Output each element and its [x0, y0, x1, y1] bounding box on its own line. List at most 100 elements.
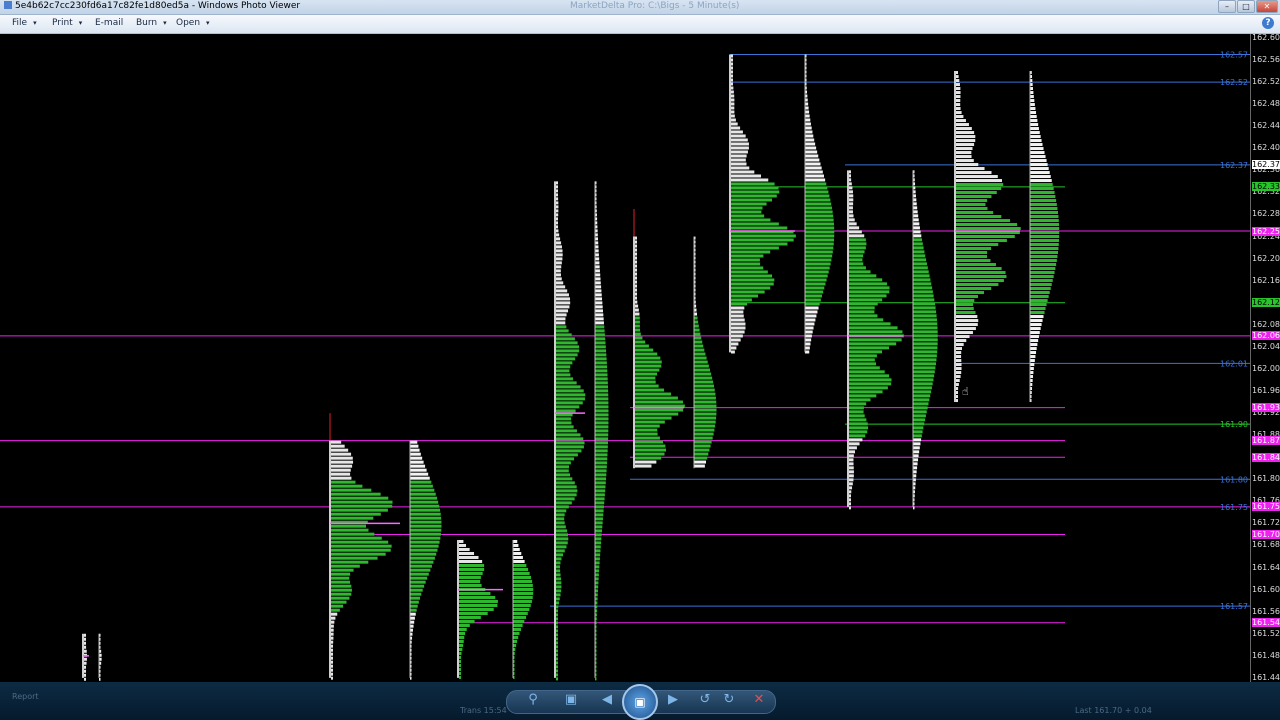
volume-bar [694, 404, 717, 408]
profile-bar [556, 593, 561, 597]
rotate-right-button[interactable]: ↻ [714, 686, 744, 714]
menu-file[interactable]: File ▾ [12, 18, 37, 28]
volume-bar [913, 426, 924, 430]
volume-bar [913, 298, 935, 302]
profile-bar [731, 54, 733, 58]
profile-bar [331, 516, 374, 520]
volume-bar [513, 635, 519, 639]
profile-bar [331, 616, 336, 620]
profile-bar [635, 436, 660, 440]
profile-bar [849, 274, 877, 278]
profile-bar [556, 489, 578, 493]
profile-bar [731, 182, 775, 186]
volume-bar [595, 489, 606, 493]
market-profile-chart: 162.57 162.52 162.37 162.01 161.90 161.80 161.… [0, 50, 1250, 681]
volume-bar [805, 190, 829, 194]
profile-bar [849, 182, 852, 186]
profile-bar [331, 496, 389, 500]
profile-bar [731, 158, 746, 162]
profile-bar [556, 389, 584, 393]
profile-bar [731, 218, 771, 222]
delete-button[interactable]: ✕ [744, 686, 774, 714]
volume-bar [913, 286, 933, 290]
volume-bar [805, 130, 813, 134]
profile-bar [459, 547, 470, 551]
profile-bar [956, 83, 960, 87]
volume-bar [595, 409, 609, 413]
level-label: 161.80 [1220, 475, 1248, 484]
volume-bar [410, 604, 418, 608]
volume-bar [595, 297, 603, 301]
profile-bar [849, 238, 866, 242]
profile-bar [849, 286, 890, 290]
profile-bar [556, 493, 577, 497]
volume-bar [913, 350, 938, 354]
minimize-button[interactable]: – [1218, 0, 1236, 13]
profile-bar [956, 263, 996, 267]
profile-bar [635, 300, 638, 304]
volume-bar [595, 261, 600, 265]
volume-bar [595, 309, 603, 313]
profile-bar [635, 360, 662, 364]
profile-bar [956, 271, 1006, 275]
profile-bar [331, 532, 375, 536]
profile-bar [849, 418, 867, 422]
profile-bar [459, 551, 475, 555]
profile-bar [731, 70, 733, 74]
volume-bar [513, 615, 527, 619]
next-button[interactable]: ▶ [658, 686, 688, 714]
volume-bar [1030, 327, 1041, 331]
volume-bar [1030, 251, 1058, 255]
profile-bar [635, 364, 662, 368]
volume-bar [913, 442, 921, 446]
profile-bar [635, 328, 641, 332]
profile-bar [849, 206, 853, 210]
profile-bar [635, 252, 637, 256]
profile-bar [731, 342, 739, 346]
volume-bar [805, 254, 833, 258]
volume-bar [410, 540, 440, 544]
volume-bar [595, 389, 609, 393]
zoom-button[interactable]: ⚲ [518, 686, 548, 714]
price-tick: 161.52 [1252, 628, 1280, 638]
volume-bar [805, 350, 810, 354]
chevron-down-icon: ▾ [78, 19, 83, 27]
volume-bar [513, 591, 534, 595]
slideshow-button[interactable]: ▣ [622, 684, 658, 720]
volume-bar [1030, 259, 1057, 263]
profile-bar [556, 297, 571, 301]
actual-size-button[interactable]: ▣ [556, 686, 586, 714]
profile-bar [956, 103, 961, 107]
volume-bar [410, 600, 419, 604]
volume-bar [913, 222, 920, 226]
volume-bar [913, 362, 936, 366]
profile-bar [556, 233, 560, 237]
profile-bar [556, 637, 558, 641]
menu-print[interactable]: Print ▾ [52, 18, 82, 28]
menu-email[interactable]: E-mail [95, 18, 123, 28]
profile-bar [556, 601, 559, 605]
profile-bar [956, 171, 992, 175]
volume-bar [694, 440, 712, 444]
volume-bar [913, 318, 937, 322]
menu-open[interactable]: Open ▾ [176, 18, 210, 28]
volume-bar [410, 476, 430, 480]
profile-bar [956, 391, 958, 395]
volume-bar [595, 429, 609, 433]
profile-bar [84, 669, 86, 673]
volume-bar [694, 460, 707, 464]
profile-bar [635, 464, 652, 468]
help-icon[interactable]: ? [1262, 17, 1274, 29]
volume-bar [805, 182, 827, 186]
close-button[interactable]: ✕ [1256, 0, 1278, 13]
previous-button[interactable]: ◀ [592, 686, 622, 714]
volume-bar [595, 301, 603, 305]
profile-bar [331, 656, 333, 660]
menu-burn[interactable]: Burn ▾ [136, 18, 167, 28]
volume-bar [595, 357, 607, 361]
volume-bar [513, 567, 529, 571]
maximize-button[interactable]: □ [1237, 0, 1255, 13]
volume-bar [1030, 179, 1052, 183]
volume-bar [595, 461, 608, 465]
volume-bar [410, 532, 441, 536]
